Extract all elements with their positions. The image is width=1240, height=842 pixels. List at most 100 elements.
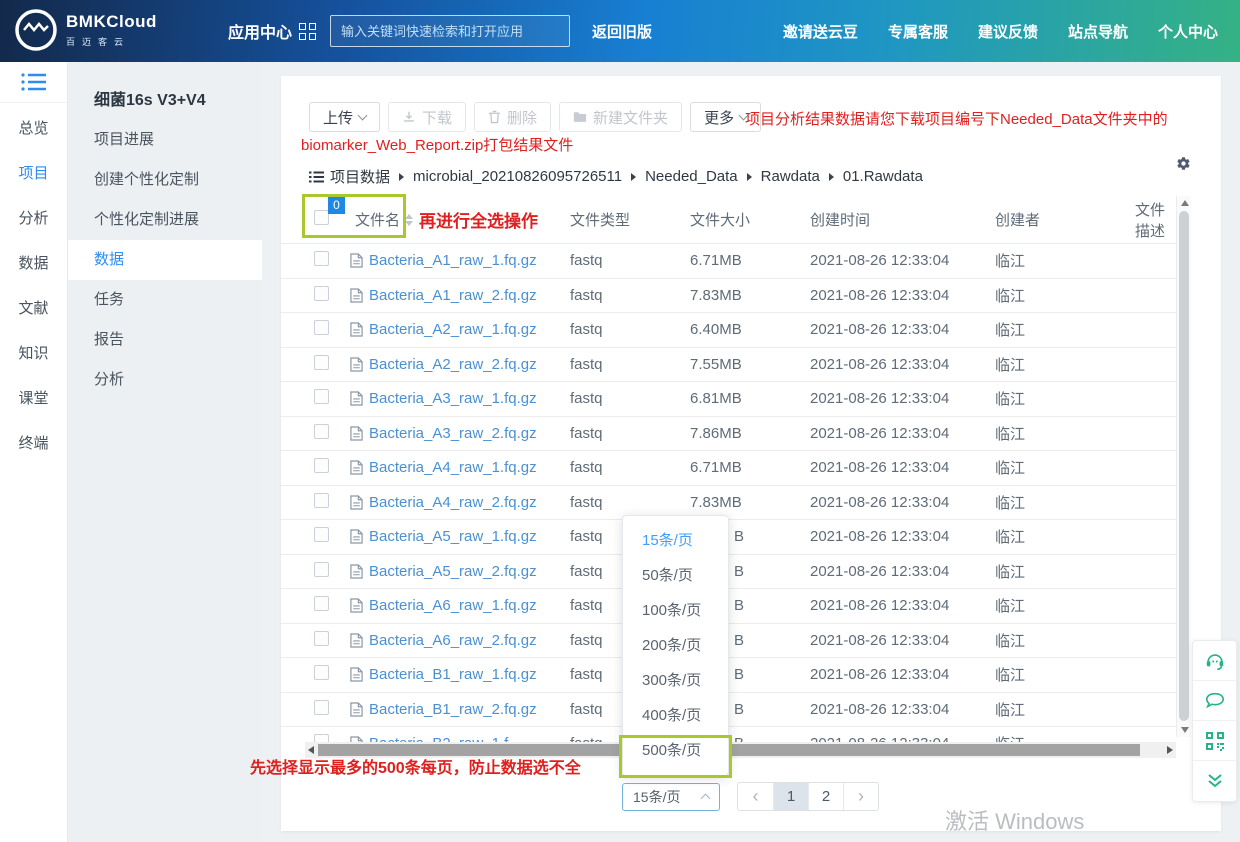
row-checkbox[interactable]: [314, 527, 329, 542]
row-checkbox[interactable]: [314, 458, 329, 473]
file-link[interactable]: Bacteria_B2_raw_1.f: [369, 735, 508, 742]
table-row: Bacteria_A2_raw_2.fq.gzfastq7.55MB2021-0…: [281, 348, 1176, 383]
file-link[interactable]: Bacteria_A5_raw_1.fq.gz: [369, 528, 537, 545]
page-size-option[interactable]: 200条/页: [623, 628, 728, 663]
breadcrumb-item[interactable]: 01.Rawdata: [843, 168, 923, 185]
scroll-right-icon[interactable]: [1167, 746, 1173, 754]
pagination-page[interactable]: 1: [773, 783, 808, 810]
rail-item-知识[interactable]: 知识: [0, 335, 67, 373]
rail-item-数据[interactable]: 数据: [0, 245, 67, 283]
row-checkbox[interactable]: [314, 424, 329, 439]
sidebar-item-创建个性化定制[interactable]: 创建个性化定制: [68, 160, 262, 200]
rail-item-文献[interactable]: 文献: [0, 290, 67, 328]
row-checkbox[interactable]: [314, 596, 329, 611]
sidebar-item-报告[interactable]: 报告: [68, 320, 262, 360]
page-size-option[interactable]: 300条/页: [623, 663, 728, 698]
file-name-cell: Bacteria_A4_raw_2.fq.gz: [350, 494, 570, 511]
header-link[interactable]: 站点导航: [1068, 21, 1128, 42]
file-link[interactable]: Bacteria_B1_raw_2.fq.gz: [369, 701, 537, 718]
breadcrumb-item[interactable]: Needed_Data: [645, 168, 738, 185]
scroll-up-icon[interactable]: [1181, 200, 1189, 206]
row-checkbox[interactable]: [314, 631, 329, 646]
header-link[interactable]: 邀请送云豆: [783, 21, 858, 42]
header-link[interactable]: 建议反馈: [978, 21, 1038, 42]
file-link[interactable]: Bacteria_A2_raw_2.fq.gz: [369, 356, 537, 373]
rail-item-分析[interactable]: 分析: [0, 200, 67, 238]
rail-item-总览[interactable]: 总览: [0, 110, 67, 148]
page-size-option[interactable]: 500条/页: [623, 733, 728, 768]
sidebar-item-分析[interactable]: 分析: [68, 360, 262, 400]
qrcode-button[interactable]: [1193, 721, 1236, 761]
back-old-version-link[interactable]: 返回旧版: [592, 21, 652, 42]
page-size-select[interactable]: 15条/页: [622, 783, 720, 811]
pagination-page[interactable]: 2: [808, 783, 843, 810]
download-label: 下载: [422, 107, 452, 128]
scroll-down-icon[interactable]: [1181, 727, 1189, 733]
menu-icon[interactable]: [0, 62, 67, 103]
download-button[interactable]: 下载: [388, 102, 466, 132]
scroll-left-icon[interactable]: [308, 746, 314, 754]
app-center-button[interactable]: 应用中心: [228, 0, 316, 62]
file-link[interactable]: Bacteria_A1_raw_2.fq.gz: [369, 287, 537, 304]
file-link[interactable]: Bacteria_A4_raw_1.fq.gz: [369, 459, 537, 476]
row-checkbox[interactable]: [314, 286, 329, 301]
file-icon: [350, 460, 363, 475]
file-link[interactable]: Bacteria_A5_raw_2.fq.gz: [369, 563, 537, 580]
sidebar-item-个性化定制进展[interactable]: 个性化定制进展: [68, 200, 262, 240]
sidebar-item-任务[interactable]: 任务: [68, 280, 262, 320]
pagination-next[interactable]: ›: [843, 783, 878, 810]
row-checkbox[interactable]: [314, 734, 329, 742]
search-input[interactable]: [330, 15, 570, 47]
row-checkbox[interactable]: [314, 389, 329, 404]
customer-service-button[interactable]: [1193, 641, 1236, 681]
file-link[interactable]: Bacteria_A3_raw_2.fq.gz: [369, 425, 537, 442]
rail-item-课堂[interactable]: 课堂: [0, 380, 67, 418]
rail-item-项目[interactable]: 项目: [0, 155, 67, 193]
row-checkbox[interactable]: [314, 320, 329, 335]
table-row: Bacteria_A3_raw_1.fq.gzfastq6.81MB2021-0…: [281, 382, 1176, 417]
file-link[interactable]: Bacteria_A3_raw_1.fq.gz: [369, 390, 537, 407]
pagination-prev[interactable]: ‹: [738, 783, 773, 810]
upload-button[interactable]: 上传: [309, 102, 380, 132]
collapse-button[interactable]: [1193, 761, 1236, 801]
vertical-scrollbar-thumb[interactable]: [1179, 211, 1189, 721]
feedback-chat-button[interactable]: [1193, 681, 1236, 721]
select-all-checkbox[interactable]: [314, 210, 329, 225]
row-checkbox[interactable]: [314, 700, 329, 715]
file-link[interactable]: Bacteria_B1_raw_1.fq.gz: [369, 666, 537, 683]
breadcrumb-separator-icon: [829, 173, 834, 181]
trash-icon: [488, 110, 501, 124]
file-link[interactable]: Bacteria_A6_raw_1.fq.gz: [369, 597, 537, 614]
gear-icon[interactable]: [1176, 156, 1191, 176]
row-checkbox[interactable]: [314, 355, 329, 370]
breadcrumb-item[interactable]: Rawdata: [761, 168, 820, 185]
logo[interactable]: BMKCloud 百迈客云: [14, 8, 157, 52]
logo-text: BMKCloud 百迈客云: [66, 12, 157, 48]
header-link[interactable]: 专属客服: [888, 21, 948, 42]
file-link[interactable]: Bacteria_A4_raw_2.fq.gz: [369, 494, 537, 511]
file-link[interactable]: Bacteria_A1_raw_1.fq.gz: [369, 252, 537, 269]
column-header-filename[interactable]: 文件名: [350, 209, 413, 230]
new-folder-button[interactable]: 新建文件夹: [559, 102, 682, 132]
sidebar-item-数据[interactable]: 数据: [68, 240, 262, 280]
file-created: 2021-08-26 12:33:04: [810, 597, 995, 614]
header-link[interactable]: 个人中心: [1158, 21, 1218, 42]
page-size-option[interactable]: 400条/页: [623, 698, 728, 733]
row-checkbox[interactable]: [314, 665, 329, 680]
file-name-cell: Bacteria_A1_raw_2.fq.gz: [350, 287, 570, 304]
page-size-option[interactable]: 15条/页: [623, 523, 728, 558]
logo-title: BMKCloud: [66, 12, 157, 32]
page-size-option[interactable]: 100条/页: [623, 593, 728, 628]
page-size-option[interactable]: 50条/页: [623, 558, 728, 593]
delete-button[interactable]: 删除: [474, 102, 551, 132]
row-checkbox[interactable]: [314, 562, 329, 577]
rail-item-终端[interactable]: 终端: [0, 425, 67, 463]
breadcrumb-item[interactable]: microbial_20210826095726511: [413, 168, 622, 185]
row-checkbox[interactable]: [314, 493, 329, 508]
sidebar-item-项目进展[interactable]: 项目进展: [68, 120, 262, 160]
breadcrumb-root[interactable]: 项目数据: [309, 166, 390, 187]
file-link[interactable]: Bacteria_A2_raw_1.fq.gz: [369, 321, 537, 338]
vertical-scrollbar[interactable]: [1176, 196, 1191, 737]
file-link[interactable]: Bacteria_A6_raw_2.fq.gz: [369, 632, 537, 649]
row-checkbox[interactable]: [314, 251, 329, 266]
